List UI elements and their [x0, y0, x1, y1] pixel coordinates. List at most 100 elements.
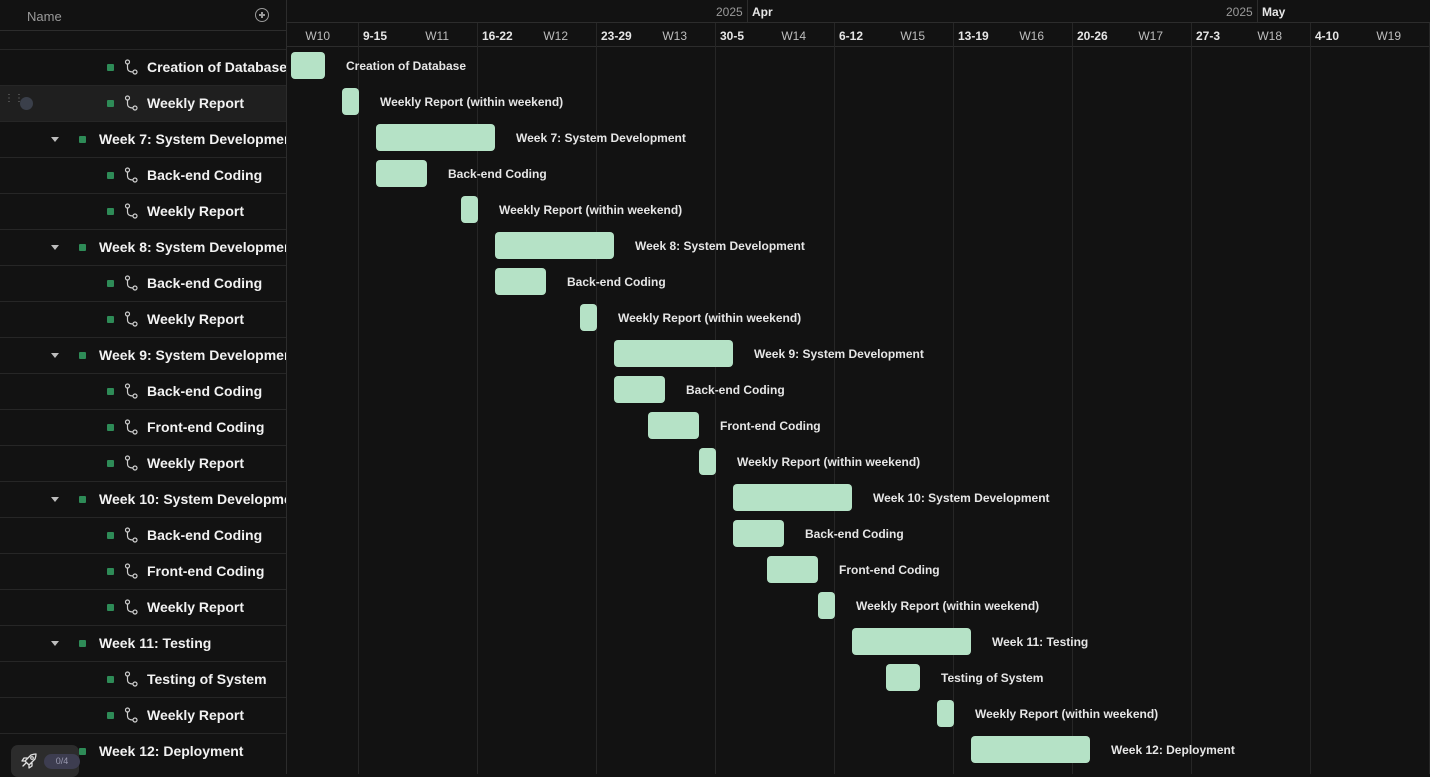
- task-group-row[interactable]: Week 7: System Development: [0, 121, 286, 157]
- gantt-bar[interactable]: [733, 520, 784, 547]
- task-status-dot: [107, 460, 114, 467]
- gantt-bar-label: Week 8: System Development: [635, 239, 805, 253]
- gantt-bar[interactable]: [767, 556, 818, 583]
- week-date-range: 9-15: [363, 29, 388, 43]
- week-number: W16: [1019, 29, 1044, 43]
- chevron-down-icon[interactable]: [51, 137, 59, 142]
- gantt-bar[interactable]: [461, 196, 478, 223]
- task-name: Weekly Report: [147, 311, 244, 327]
- task-row[interactable]: Weekly Report: [0, 589, 286, 625]
- task-name: Week 9: System Development: [99, 347, 287, 363]
- task-status-dot: [79, 748, 86, 755]
- week-number: W13: [662, 29, 687, 43]
- week-header-row: W10 9-15 W11 16-22 W12 23-29 W13 30-5 W14 6-12 W15…: [287, 23, 1430, 47]
- subtask-branch-icon: [124, 167, 138, 183]
- gantt-bar[interactable]: [886, 664, 920, 691]
- task-row[interactable]: Back-end Coding: [0, 517, 286, 553]
- week-number: W17: [1138, 29, 1163, 43]
- task-name: Weekly Report: [147, 707, 244, 723]
- task-row[interactable]: Front-end Coding: [0, 553, 286, 589]
- gantt-bar-label: Front-end Coding: [720, 419, 821, 433]
- select-radio[interactable]: [20, 97, 33, 110]
- gantt-bar[interactable]: [614, 376, 665, 403]
- task-row[interactable]: Front-end Coding: [0, 409, 286, 445]
- gantt-bar[interactable]: [699, 448, 716, 475]
- chevron-down-icon[interactable]: [51, 497, 59, 502]
- task-name: Week 10: System Development: [99, 491, 287, 507]
- week-number: W12: [543, 29, 568, 43]
- gantt-bar[interactable]: [291, 52, 325, 79]
- task-row[interactable]: Back-end Coding: [0, 373, 286, 409]
- task-status-dot: [79, 496, 86, 503]
- onboarding-launcher[interactable]: 0/4: [11, 745, 80, 777]
- gantt-bar-label: Weekly Report (within weekend): [380, 95, 564, 109]
- task-row[interactable]: Back-end Coding: [0, 157, 286, 193]
- task-row[interactable]: Testing of System: [0, 661, 286, 697]
- gantt-bar[interactable]: [648, 412, 699, 439]
- task-group-row[interactable]: Week 8: System Development: [0, 229, 286, 265]
- task-name: Week 11: Testing: [99, 635, 212, 651]
- week-date-range: 30-5: [720, 29, 745, 43]
- week-number: W19: [1376, 29, 1401, 43]
- gantt-bar[interactable]: [818, 592, 835, 619]
- subtask-branch-icon: [124, 599, 138, 615]
- task-status-dot: [107, 316, 114, 323]
- task-row[interactable]: Weekly Report: [0, 697, 286, 733]
- task-status-dot: [79, 640, 86, 647]
- task-group-row[interactable]: Week 9: System Development: [0, 337, 286, 373]
- task-row[interactable]: ⋮⋮ Weekly Report: [0, 85, 286, 121]
- month-year: 2025: [1226, 5, 1253, 19]
- gantt-bar[interactable]: [495, 232, 614, 259]
- gantt-bar-label: Week 9: System Development: [754, 347, 924, 361]
- task-status-dot: [107, 712, 114, 719]
- week-number: W10: [305, 29, 330, 43]
- gantt-bar[interactable]: [733, 484, 852, 511]
- task-row[interactable]: Creation of Database: [0, 49, 286, 85]
- gantt-bar-label: Creation of Database: [346, 59, 467, 73]
- subtask-branch-icon: [124, 275, 138, 291]
- gantt-bar-label: Back-end Coding: [805, 527, 904, 541]
- gantt-bar[interactable]: [614, 340, 733, 367]
- task-group-row[interactable]: Week 10: System Development: [0, 481, 286, 517]
- task-status-dot: [107, 208, 114, 215]
- week-date-range: 6-12: [839, 29, 864, 43]
- task-status-dot: [107, 532, 114, 539]
- gantt-timeline: 2025 Apr 2025 May W10 9-15 W11 16-22 W12 23-29 W1…: [287, 0, 1430, 774]
- gantt-bar[interactable]: [376, 160, 427, 187]
- chevron-down-icon[interactable]: [51, 641, 59, 646]
- task-row[interactable]: Weekly Report: [0, 445, 286, 481]
- month-separator: [747, 0, 748, 23]
- task-status-dot: [107, 100, 114, 107]
- task-status-dot: [107, 676, 114, 683]
- gantt-bar[interactable]: [937, 700, 954, 727]
- name-column-header: Name: [0, 0, 286, 31]
- gantt-bar-label: Weekly Report (within weekend): [975, 707, 1159, 721]
- task-group-row[interactable]: Week 11: Testing: [0, 625, 286, 661]
- gantt-bar[interactable]: [342, 88, 359, 115]
- task-status-dot: [107, 280, 114, 287]
- chevron-down-icon[interactable]: [51, 245, 59, 250]
- gantt-bar[interactable]: [376, 124, 495, 151]
- task-name: Testing of System: [147, 671, 267, 687]
- gantt-bar-label: Weekly Report (within weekend): [856, 599, 1040, 613]
- plus-circle-icon[interactable]: [255, 8, 269, 22]
- subtask-branch-icon: [124, 59, 138, 75]
- gantt-bar[interactable]: [495, 268, 546, 295]
- gantt-bar-label: Week 12: Deployment: [1111, 743, 1235, 757]
- task-name: Week 8: System Development: [99, 239, 287, 255]
- task-name: Weekly Report: [147, 455, 244, 471]
- gantt-bar[interactable]: [971, 736, 1090, 763]
- task-row[interactable]: Back-end Coding: [0, 265, 286, 301]
- task-status-dot: [107, 388, 114, 395]
- subtask-branch-icon: [124, 419, 138, 435]
- gantt-bar-label: Back-end Coding: [686, 383, 785, 397]
- task-row[interactable]: Weekly Report: [0, 301, 286, 337]
- week-gridline: [834, 23, 835, 774]
- week-date-range: 27-3: [1196, 29, 1221, 43]
- gantt-bar[interactable]: [852, 628, 971, 655]
- subtask-branch-icon: [124, 383, 138, 399]
- chevron-down-icon[interactable]: [51, 353, 59, 358]
- drag-handle-icon[interactable]: ⋮⋮: [4, 94, 24, 109]
- task-row[interactable]: Weekly Report: [0, 193, 286, 229]
- gantt-bar[interactable]: [580, 304, 597, 331]
